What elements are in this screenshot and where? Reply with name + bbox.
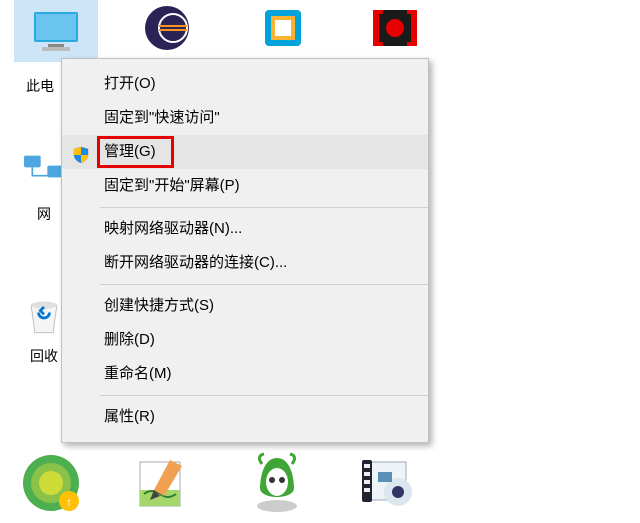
360-icon: ↑: [20, 452, 82, 514]
menu-map-network-drive-label: 映射网络驱动器(N)...: [104, 212, 242, 246]
this-pc-icon: [28, 8, 84, 56]
recorder-icon: [367, 4, 423, 52]
eclipse-icon: [139, 4, 195, 52]
menu-rename[interactable]: 重命名(M): [62, 357, 428, 391]
menu-properties-label: 属性(R): [104, 400, 155, 434]
menu-create-shortcut[interactable]: 创建快捷方式(S): [62, 289, 428, 323]
menu-open[interactable]: 打开(O): [62, 67, 428, 101]
this-pc-label-wrap[interactable]: 此电: [18, 76, 62, 96]
menu-manage-label: 管理(G): [104, 135, 156, 169]
vmware-icon: [255, 4, 311, 52]
menu-create-shortcut-label: 创建快捷方式(S): [104, 289, 214, 323]
recorder-icon-wrap[interactable]: [356, 4, 434, 54]
notepad-icon: [132, 452, 194, 514]
context-menu: 打开(O) 固定到"快速访问" 管理(G) 固定到"开始"屏幕(P) 映射网络驱…: [61, 58, 429, 443]
menu-pin-quick-access[interactable]: 固定到"快速访问": [62, 101, 428, 135]
eclipse-icon-wrap[interactable]: [128, 4, 206, 54]
shield-icon: [72, 143, 90, 161]
menu-disconnect-network-drive[interactable]: 断开网络驱动器的连接(C)...: [62, 246, 428, 280]
vmware-icon-wrap[interactable]: [244, 4, 322, 54]
menu-rename-label: 重命名(M): [104, 357, 172, 391]
menu-pin-start[interactable]: 固定到"开始"屏幕(P): [62, 169, 428, 203]
menu-open-label: 打开(O): [104, 67, 156, 101]
this-pc-label: 此电: [18, 76, 62, 96]
menu-disconnect-network-drive-label: 断开网络驱动器的连接(C)...: [104, 246, 287, 280]
menu-properties[interactable]: 属性(R): [62, 400, 428, 434]
video-tool-icon: [358, 452, 420, 514]
menu-separator: [100, 284, 428, 285]
green-bot-icon: [246, 452, 308, 514]
menu-separator: [100, 207, 428, 208]
menu-separator: [100, 395, 428, 396]
360-icon-wrap[interactable]: ↑: [20, 452, 82, 514]
notepad-icon-wrap[interactable]: [132, 452, 194, 514]
menu-manage[interactable]: 管理(G): [62, 135, 428, 169]
menu-pin-quick-access-label: 固定到"快速访问": [104, 101, 220, 135]
video-tool-icon-wrap[interactable]: [358, 452, 420, 514]
menu-delete-label: 删除(D): [104, 323, 155, 357]
menu-pin-start-label: 固定到"开始"屏幕(P): [104, 169, 240, 203]
menu-map-network-drive[interactable]: 映射网络驱动器(N)...: [62, 212, 428, 246]
menu-delete[interactable]: 删除(D): [62, 323, 428, 357]
green-bot-icon-wrap[interactable]: [246, 452, 308, 514]
svg-text:↑: ↑: [66, 495, 72, 509]
this-pc-icon-wrap[interactable]: [14, 0, 98, 62]
